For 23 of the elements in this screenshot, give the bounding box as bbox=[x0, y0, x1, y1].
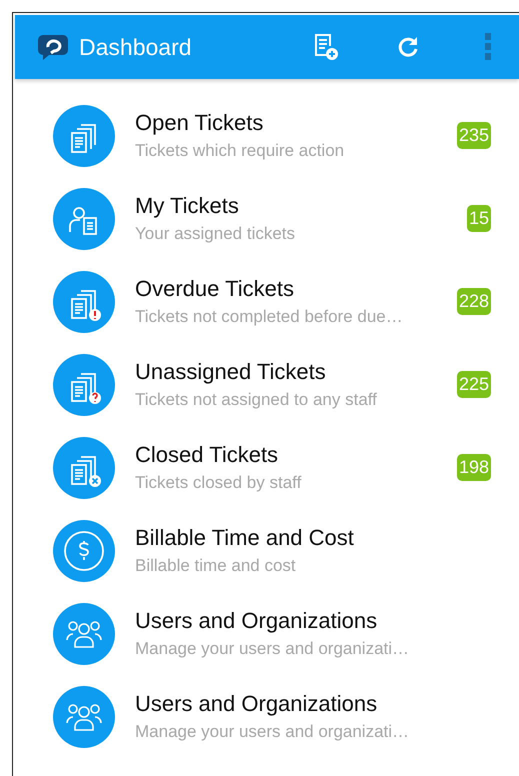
item-subtitle: Billable time and cost bbox=[135, 556, 297, 576]
count-badge: 15 bbox=[466, 205, 491, 232]
item-title[interactable]: Closed Tickets bbox=[135, 442, 457, 468]
item-title[interactable]: Overdue Tickets bbox=[135, 276, 457, 302]
item-subtitle: Manage your users and organizati… bbox=[135, 722, 410, 742]
item-title[interactable]: Billable Time and Cost bbox=[135, 525, 519, 551]
item-subtitle: Manage your users and organizati… bbox=[135, 639, 410, 659]
item-subtitle: Your assigned tickets bbox=[135, 224, 296, 244]
count-badge: 235 bbox=[456, 122, 491, 149]
item-subtitle: Tickets not completed before due… bbox=[135, 307, 404, 327]
logo-icon bbox=[37, 33, 69, 61]
count-badge: 225 bbox=[456, 371, 491, 398]
item-subtitle: Tickets which require action bbox=[135, 141, 346, 161]
count-badge: 228 bbox=[456, 288, 491, 315]
count-badge: 198 bbox=[456, 454, 491, 481]
item-title[interactable]: Users and Organizations bbox=[135, 691, 519, 717]
item-subtitle: Tickets closed by staff bbox=[135, 473, 302, 493]
app-title: Dashboard bbox=[79, 34, 193, 60]
item-title[interactable]: My Tickets bbox=[135, 193, 467, 219]
item-title[interactable]: Open Tickets bbox=[135, 110, 457, 136]
item-title[interactable]: Users and Organizations bbox=[135, 608, 519, 634]
item-title[interactable]: Unassigned Tickets bbox=[135, 359, 457, 385]
item-subtitle: Tickets not assigned to any staff bbox=[135, 390, 378, 410]
